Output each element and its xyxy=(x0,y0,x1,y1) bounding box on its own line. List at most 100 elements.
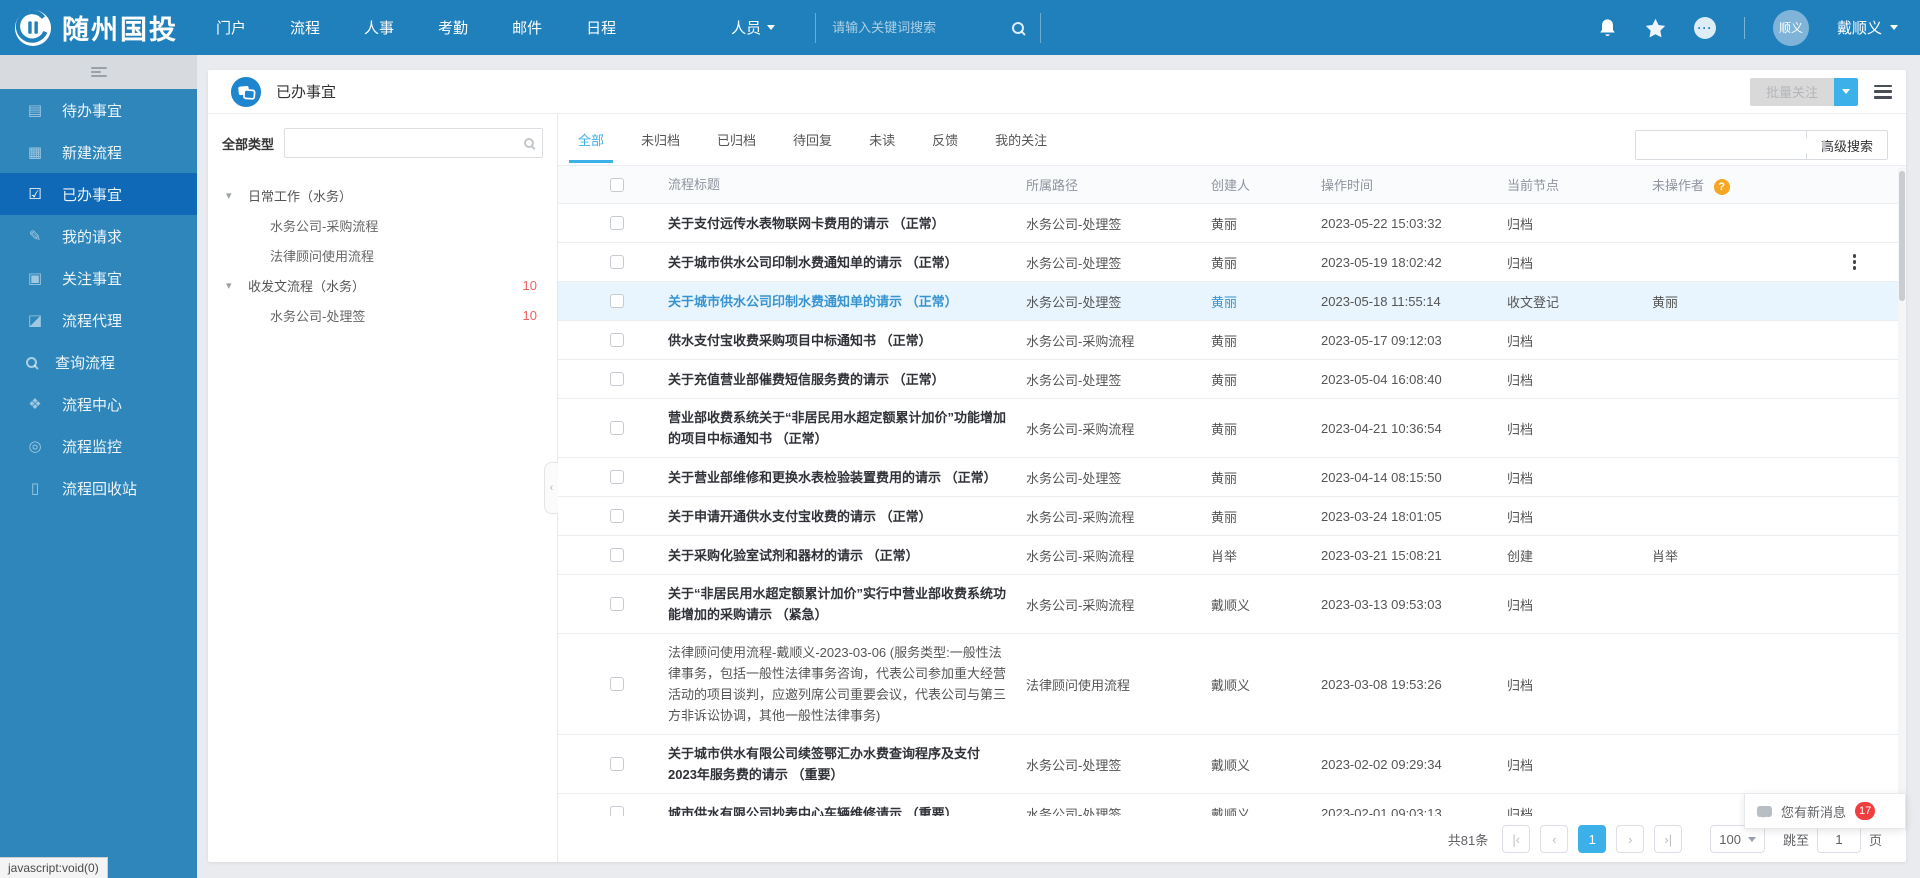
tree-node-3[interactable]: 法律顾问使用流程 xyxy=(222,240,543,270)
row-path: 水务公司-处理签 xyxy=(1026,468,1211,487)
tree-collapse-handle[interactable]: ‹ xyxy=(544,462,558,514)
sidebar-collapse-toggle[interactable] xyxy=(0,55,197,89)
checkbox[interactable] xyxy=(610,509,624,523)
search-icon[interactable] xyxy=(1822,140,1826,150)
user-menu[interactable]: 戴顺义 xyxy=(1837,17,1898,38)
table-row[interactable]: 关于营业部维修和更换水表检验装置费用的请示 （正常）水务公司-处理签黄丽2023… xyxy=(558,458,1906,497)
checkbox[interactable] xyxy=(610,470,624,484)
sidebar-item-center[interactable]: ❖流程中心 xyxy=(0,383,197,425)
list-search-input[interactable] xyxy=(1645,138,1822,153)
menu-item-6[interactable]: 日程 xyxy=(586,17,616,38)
first-page-button[interactable]: |‹ xyxy=(1502,825,1530,853)
sidebar-item-recycle[interactable]: ▯流程回收站 xyxy=(0,467,197,509)
checkbox[interactable] xyxy=(610,372,624,386)
tab-4[interactable]: 待回复 xyxy=(793,130,832,163)
row-creator: 黄丽 xyxy=(1211,468,1321,487)
table-row[interactable]: 关于支付远传水表物联网卡费用的请示 （正常）水务公司-处理签黄丽2023-05-… xyxy=(558,204,1906,243)
tab-7[interactable]: 我的关注 xyxy=(995,130,1047,163)
jump-page-input[interactable] xyxy=(1817,825,1861,853)
row-creator: 戴顺义 xyxy=(1211,675,1321,694)
flow-search-icon xyxy=(26,357,37,368)
advanced-search-button[interactable]: 高级搜索 xyxy=(1807,130,1888,160)
prev-page-button[interactable]: ‹ xyxy=(1540,825,1568,853)
checkbox[interactable] xyxy=(610,757,624,771)
more-options-icon[interactable]: ··· xyxy=(1694,17,1716,39)
sidebar-item-todo[interactable]: ▤待办事宜 xyxy=(0,89,197,131)
table-row[interactable]: 关于城市供水有限公司续签鄂汇办水费查询程序及支付2023年服务费的请示 （重要）… xyxy=(558,735,1906,794)
row-node: 归档 xyxy=(1507,755,1652,774)
tab-2[interactable]: 未归档 xyxy=(641,130,680,163)
checkbox[interactable] xyxy=(610,548,624,562)
tree-filter-input[interactable] xyxy=(293,136,524,151)
apps-grid-icon[interactable] xyxy=(692,19,709,36)
chevron-down-icon[interactable]: ▾ xyxy=(226,279,248,292)
tab-6[interactable]: 反馈 xyxy=(932,130,958,163)
tree-filter xyxy=(284,128,543,158)
hamburger-menu-icon[interactable] xyxy=(652,21,670,35)
sidebar-item-new-flow[interactable]: ▦新建流程 xyxy=(0,131,197,173)
checkbox[interactable] xyxy=(610,333,624,347)
avatar[interactable]: 顺义 xyxy=(1773,10,1809,46)
menu-item-1[interactable]: 门户 xyxy=(216,17,246,38)
table-row[interactable]: 关于采购化验室试剂和器材的请示 （正常）水务公司-采购流程肖举2023-03-2… xyxy=(558,536,1906,575)
row-checkbox-cell xyxy=(558,216,668,230)
chevron-down-icon[interactable]: ▾ xyxy=(226,189,248,202)
checkbox[interactable] xyxy=(610,294,624,308)
current-page-button[interactable]: 1 xyxy=(1578,825,1606,853)
checkbox[interactable] xyxy=(610,597,624,611)
menu-item-5[interactable]: 邮件 xyxy=(512,17,542,38)
help-icon[interactable]: ? xyxy=(1714,179,1730,195)
checkbox[interactable] xyxy=(610,421,624,435)
table-row[interactable]: 关于城市供水公司印制水费通知单的请示 （正常）水务公司-处理签黄丽2023-05… xyxy=(558,243,1906,282)
module-switcher[interactable]: 人员 xyxy=(731,17,775,38)
sidebar-item-my-request[interactable]: ✎我的请求 xyxy=(0,215,197,257)
tab-5[interactable]: 未读 xyxy=(869,130,895,163)
select-all-checkbox[interactable] xyxy=(610,178,624,192)
tab-1[interactable]: 全部 xyxy=(578,130,604,163)
sidebar-item-proxy[interactable]: ◪流程代理 xyxy=(0,299,197,341)
tree-node-1[interactable]: ▾日常工作（水务） xyxy=(222,180,543,210)
tree-node-5[interactable]: 水务公司-处理签10 xyxy=(222,300,543,330)
table-row[interactable]: 关于充值营业部催费短信服务费的请示 （正常）水务公司-处理签黄丽2023-05-… xyxy=(558,360,1906,399)
checkbox[interactable] xyxy=(610,677,624,691)
tree-node-4[interactable]: ▾收发文流程（水务）10 xyxy=(222,270,543,300)
sidebar-item-label: 关注事宜 xyxy=(62,268,122,289)
table-row[interactable]: 城市供水有限公司抄表中心车辆维修请示 （重要）水务公司-处理签戴顺义2023-0… xyxy=(558,794,1906,816)
global-search-input[interactable] xyxy=(832,20,1002,35)
more-actions-icon[interactable] xyxy=(1851,252,1859,272)
batch-follow-dropdown[interactable] xyxy=(1834,78,1858,106)
scrollbar-thumb[interactable] xyxy=(1899,171,1905,301)
checkbox[interactable] xyxy=(610,255,624,269)
next-page-button[interactable]: › xyxy=(1616,825,1644,853)
tab-3[interactable]: 已归档 xyxy=(717,130,756,163)
batch-follow-button[interactable]: 批量关注 xyxy=(1750,78,1858,106)
scrollbar[interactable] xyxy=(1898,167,1906,816)
sidebar-item-done[interactable]: ☑已办事宜 xyxy=(0,173,197,215)
menu-item-2[interactable]: 流程 xyxy=(290,17,320,38)
table-row[interactable]: 法律顾问使用流程-戴顺义-2023-03-06 (服务类型:一般性法律事务，包括… xyxy=(558,634,1906,735)
new-message-toast[interactable]: 您有新消息 17 xyxy=(1744,793,1906,829)
sidebar-item-monitor[interactable]: ◎流程监控 xyxy=(0,425,197,467)
sidebar-item-follow[interactable]: ▣关注事宜 xyxy=(0,257,197,299)
checkbox[interactable] xyxy=(610,216,624,230)
table-row[interactable]: 营业部收费系统关于“非居民用水超定额累计加价”功能增加的项目中标通知书 （正常）… xyxy=(558,399,1906,458)
row-path: 水务公司-处理签 xyxy=(1026,292,1211,311)
page-size-select[interactable]: 100 xyxy=(1710,825,1765,853)
table-row[interactable]: 供水支付宝收费采购项目中标通知书 （正常）水务公司-采购流程黄丽2023-05-… xyxy=(558,321,1906,360)
search-icon[interactable] xyxy=(524,138,534,148)
table-row[interactable]: 关于城市供水公司印制水费通知单的请示 （正常）水务公司-处理签黄丽2023-05… xyxy=(558,282,1906,321)
sidebar-item-query[interactable]: 查询流程 xyxy=(0,341,197,383)
checkbox[interactable] xyxy=(610,806,624,816)
last-page-button[interactable]: ›| xyxy=(1654,825,1682,853)
list-view-icon[interactable] xyxy=(1874,85,1892,99)
favorites-star-icon[interactable] xyxy=(1645,18,1666,38)
menu-item-4[interactable]: 考勤 xyxy=(438,17,468,38)
brand[interactable]: 随州国投 xyxy=(0,8,204,47)
tree-node-2[interactable]: 水务公司-采购流程 xyxy=(222,210,543,240)
table-row[interactable]: 关于“非居民用水超定额累计加价”实行中营业部收费系统功能增加的采购请示 （紧急）… xyxy=(558,575,1906,634)
sidebar-items: ▤待办事宜▦新建流程☑已办事宜✎我的请求▣关注事宜◪流程代理查询流程❖流程中心◎… xyxy=(0,89,197,509)
search-icon[interactable] xyxy=(1012,22,1024,34)
menu-item-3[interactable]: 人事 xyxy=(364,17,394,38)
notifications-bell-icon[interactable] xyxy=(1598,18,1617,38)
table-row[interactable]: 关于申请开通供水支付宝收费的请示 （正常）水务公司-采购流程黄丽2023-03-… xyxy=(558,497,1906,536)
